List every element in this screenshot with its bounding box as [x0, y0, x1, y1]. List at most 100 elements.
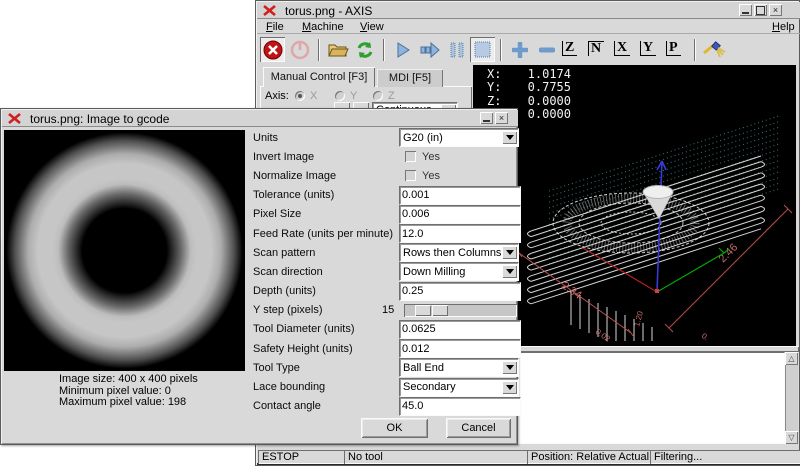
scan-direction-combo[interactable]: Down Milling	[399, 262, 519, 281]
dialog-close-button[interactable]: ×	[495, 112, 508, 124]
spindle-minus-button[interactable]	[534, 37, 559, 62]
run-icon	[394, 41, 412, 59]
open-file-button[interactable]	[325, 37, 350, 62]
status-tool: No tool	[344, 450, 529, 464]
origin-label-1: 0.02	[594, 327, 612, 344]
radio-axis-x[interactable]	[295, 91, 305, 101]
app-icon	[8, 113, 21, 124]
invert-image-checkbox[interactable]	[405, 151, 416, 162]
radio-axis-y-label: Y	[350, 90, 357, 102]
tab-mdi[interactable]: MDI [F5]	[377, 69, 443, 87]
reload-button[interactable]	[352, 37, 377, 62]
y-step-slider-handle[interactable]	[432, 305, 448, 316]
pause-icon	[449, 41, 465, 59]
tool-diameter-input[interactable]	[399, 320, 521, 339]
touch-off-p-icon[interactable]: P	[666, 41, 681, 56]
scroll-up-icon[interactable]: △	[785, 352, 798, 365]
plus-icon	[512, 42, 528, 58]
chevron-down-icon	[502, 361, 517, 374]
chevron-down-icon	[502, 246, 517, 259]
gcode-scrollbar[interactable]: △ ▽	[785, 352, 798, 444]
preview-plot[interactable]: 2.34 2.46 0.02 1.20 0. X:1.0174 Y:0.7755…	[473, 65, 796, 346]
tolerance-input[interactable]	[399, 186, 521, 205]
machine-power-icon	[290, 40, 310, 60]
safety-height-input[interactable]	[399, 339, 521, 358]
scan-pattern-combo[interactable]: Rows then Columns	[399, 243, 519, 262]
minus-icon	[539, 42, 555, 58]
torus-image	[4, 130, 245, 371]
step-button[interactable]	[417, 37, 442, 62]
spindle-plus-button[interactable]	[507, 37, 532, 62]
row-feed-rate: Feed Rate (units per minute)	[253, 224, 517, 243]
machine-power-button[interactable]	[287, 37, 312, 62]
scroll-down-icon[interactable]: ▽	[785, 431, 798, 444]
depth-input[interactable]	[399, 282, 521, 301]
touch-off-z-icon[interactable]: Z	[562, 41, 577, 56]
source-image-preview	[4, 130, 245, 371]
menu-help[interactable]: Help	[765, 19, 800, 35]
status-position: Position: Relative Actual	[527, 450, 652, 464]
tab-manual-control[interactable]: Manual Control [F3]	[263, 67, 375, 87]
menu-file[interactable]: File	[259, 19, 291, 35]
image-to-gcode-dialog: torus.png: Image to gcode × Image size: …	[0, 108, 518, 445]
touch-off-y-icon[interactable]: Y	[640, 41, 656, 56]
dro-z: Z:0.0000	[487, 95, 571, 108]
row-safety-height: Safety Height (units)	[253, 339, 517, 358]
units-combo[interactable]: G20 (in)	[399, 128, 519, 147]
toolbar-separator	[318, 39, 320, 61]
run-button[interactable]	[390, 37, 415, 62]
stop-icon	[474, 41, 491, 58]
y-axis-line	[657, 253, 724, 292]
row-units: Units G20 (in)	[253, 128, 517, 147]
status-bar: ESTOP No tool Position: Relative Actual …	[257, 448, 800, 465]
axis-titlebar[interactable]: torus.png - AXIS ×	[257, 2, 800, 19]
app-icon	[263, 5, 276, 16]
close-button[interactable]: ×	[769, 4, 782, 16]
status-filtering: Filtering...	[650, 450, 800, 464]
dialog-title: torus.png: Image to gcode	[30, 112, 169, 126]
estop-button[interactable]	[260, 37, 285, 62]
touch-off-x-icon[interactable]: X	[614, 41, 630, 56]
row-tolerance: Tolerance (units)	[253, 186, 517, 205]
row-invert-image: Invert Image Yes	[253, 147, 517, 166]
axis-label: Axis:	[265, 90, 289, 102]
pixel-size-input[interactable]	[399, 205, 521, 224]
dim-right-label: 2.46	[717, 241, 741, 265]
dro-y: Y:0.7755	[487, 81, 571, 94]
dialog-titlebar[interactable]: torus.png: Image to gcode ×	[2, 110, 518, 127]
minimize-button[interactable]	[739, 4, 752, 16]
origin-label-3: 0.	[700, 331, 711, 342]
cancel-button[interactable]: Cancel	[446, 418, 511, 438]
y-step-slider[interactable]	[404, 304, 517, 317]
row-normalize-image: Normalize Image Yes	[253, 166, 517, 185]
radio-axis-z[interactable]	[373, 91, 383, 101]
y-step-slider-handle[interactable]	[415, 305, 431, 316]
dialog-minimize-button[interactable]	[480, 112, 493, 124]
lace-bounding-combo[interactable]: Secondary	[399, 378, 519, 397]
stop-button[interactable]	[470, 37, 495, 62]
row-pixel-size: Pixel Size	[253, 205, 517, 224]
maximize-button[interactable]	[754, 4, 767, 16]
radio-axis-y[interactable]	[335, 91, 345, 101]
clear-plot-button[interactable]	[701, 37, 726, 62]
dro-x: X:1.0174	[487, 68, 571, 81]
tool-type-combo[interactable]: Ball End	[399, 358, 519, 377]
menu-view[interactable]: View	[353, 19, 391, 35]
contact-angle-input[interactable]	[399, 397, 521, 416]
image-info: Image size: 400 x 400 pixels Minimum pix…	[59, 374, 198, 409]
window-title: torus.png - AXIS	[285, 4, 372, 18]
menu-machine[interactable]: Machine	[295, 19, 351, 35]
chevron-down-icon	[502, 381, 517, 394]
toolbar-separator	[694, 39, 696, 61]
feed-rate-input[interactable]	[399, 224, 521, 243]
chevron-down-icon	[502, 265, 517, 278]
pause-button[interactable]	[444, 37, 469, 62]
broom-icon	[702, 39, 726, 61]
toolbar-separator	[383, 39, 385, 61]
home-axis-icon[interactable]: N	[588, 41, 604, 56]
row-y-step: Y step (pixels) 15	[253, 301, 517, 320]
normalize-image-checkbox[interactable]	[405, 170, 416, 181]
open-folder-icon	[327, 41, 349, 59]
ok-button[interactable]: OK	[361, 418, 428, 438]
row-tool-diameter: Tool Diameter (units)	[253, 320, 517, 339]
